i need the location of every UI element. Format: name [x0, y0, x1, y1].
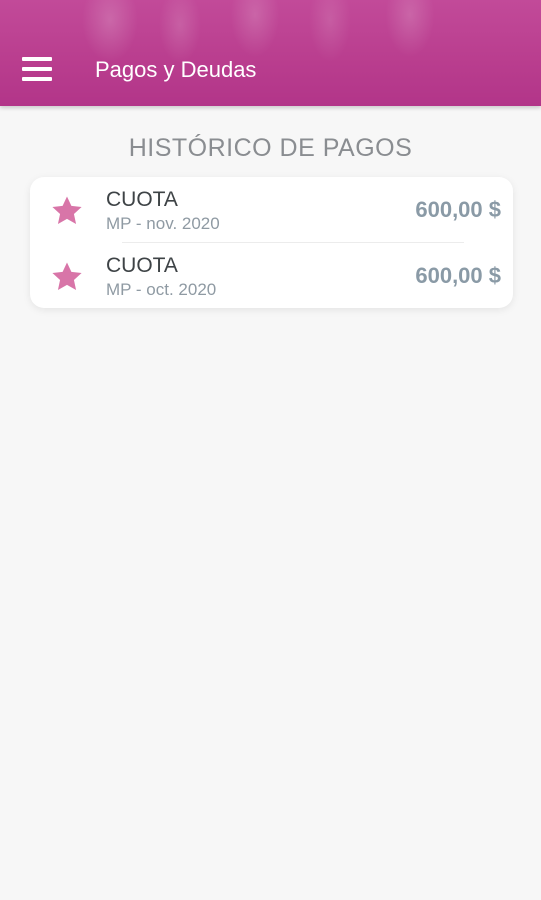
star-icon	[52, 196, 82, 225]
payment-title: CUOTA	[106, 188, 178, 211]
payment-row[interactable]: CUOTA MP - nov. 2020 600,00 $	[30, 177, 513, 243]
payment-subtitle: MP - oct. 2020	[106, 280, 217, 299]
star-icon	[52, 262, 82, 291]
payment-amount: 600,00 $	[415, 263, 501, 288]
section-title: HISTÓRICO DE PAGOS	[128, 134, 413, 162]
payment-amount: 600,00 $	[415, 197, 501, 222]
menu-icon-line	[22, 57, 52, 61]
payment-title: CUOTA	[106, 254, 178, 277]
menu-icon[interactable]	[22, 56, 52, 82]
page-title: Pagos y Deudas	[95, 57, 257, 82]
menu-icon-line	[22, 67, 52, 71]
payment-row[interactable]: CUOTA MP - oct. 2020 600,00 $	[30, 243, 513, 309]
payment-subtitle: MP - nov. 2020	[106, 214, 220, 233]
menu-icon-line	[22, 77, 52, 81]
app-bar: Pagos y Deudas	[0, 0, 541, 106]
payments-card: CUOTA MP - nov. 2020 600,00 $ CUOTA MP -…	[30, 177, 513, 308]
